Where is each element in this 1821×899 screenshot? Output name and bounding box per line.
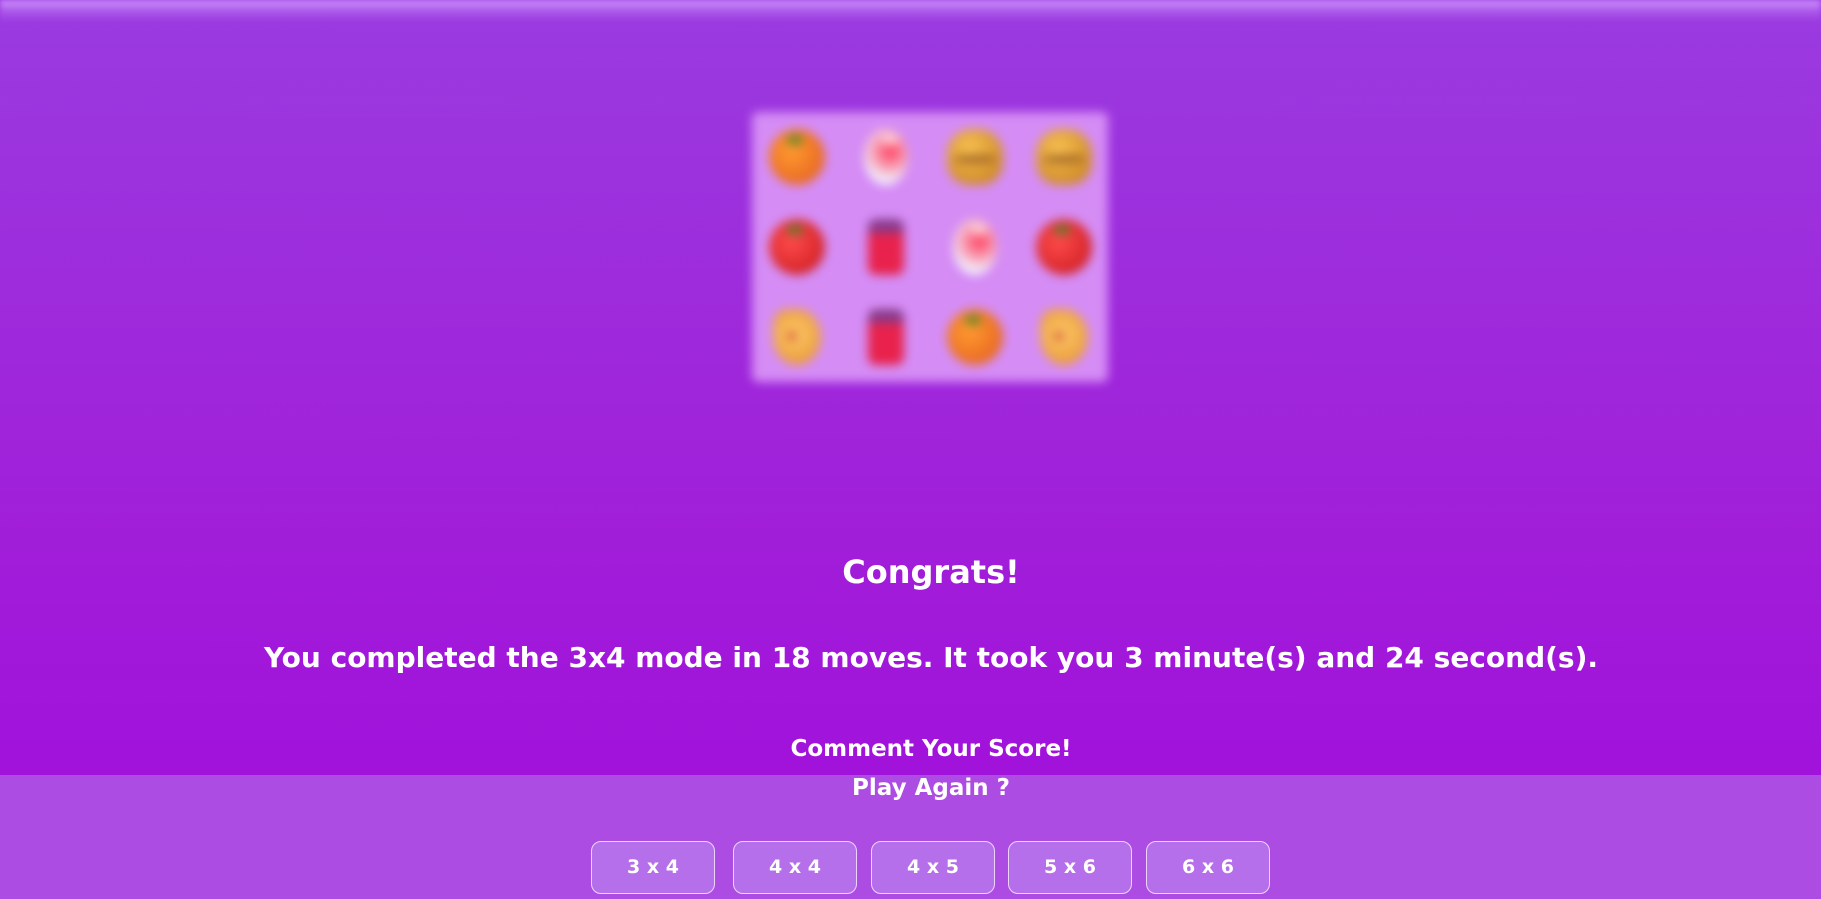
card-grid (752, 112, 1108, 382)
card-orange (946, 309, 1003, 365)
play-again-label: Play Again ? (852, 775, 1010, 801)
card-jam-jar (867, 309, 904, 365)
card-burger (1035, 129, 1092, 185)
card-jam-jar (867, 219, 904, 275)
card-pizza (772, 309, 821, 365)
result-summary: You completed the 3x4 mode in 18 moves. … (263, 641, 1599, 674)
card-candy (952, 219, 997, 275)
card-strawberry (1035, 219, 1092, 275)
card-strawberry (768, 219, 825, 275)
mode-button-4x5[interactable]: 4 x 5 (871, 841, 995, 894)
congrats-heading: Congrats! (842, 553, 1020, 591)
card-pizza (1039, 309, 1088, 365)
game-board-blurred (752, 112, 1108, 382)
mode-button-6x6[interactable]: 6 x 6 (1146, 841, 1270, 894)
card-orange (768, 129, 825, 185)
top-glow (0, 0, 1821, 22)
comment-score-prompt: Comment Your Score! (790, 736, 1072, 762)
card-burger (946, 129, 1003, 185)
mode-button-4x4[interactable]: 4 x 4 (733, 841, 857, 894)
mode-button-5x6[interactable]: 5 x 6 (1008, 841, 1132, 894)
mode-button-3x4[interactable]: 3 x 4 (591, 841, 715, 894)
card-candy (863, 129, 908, 185)
